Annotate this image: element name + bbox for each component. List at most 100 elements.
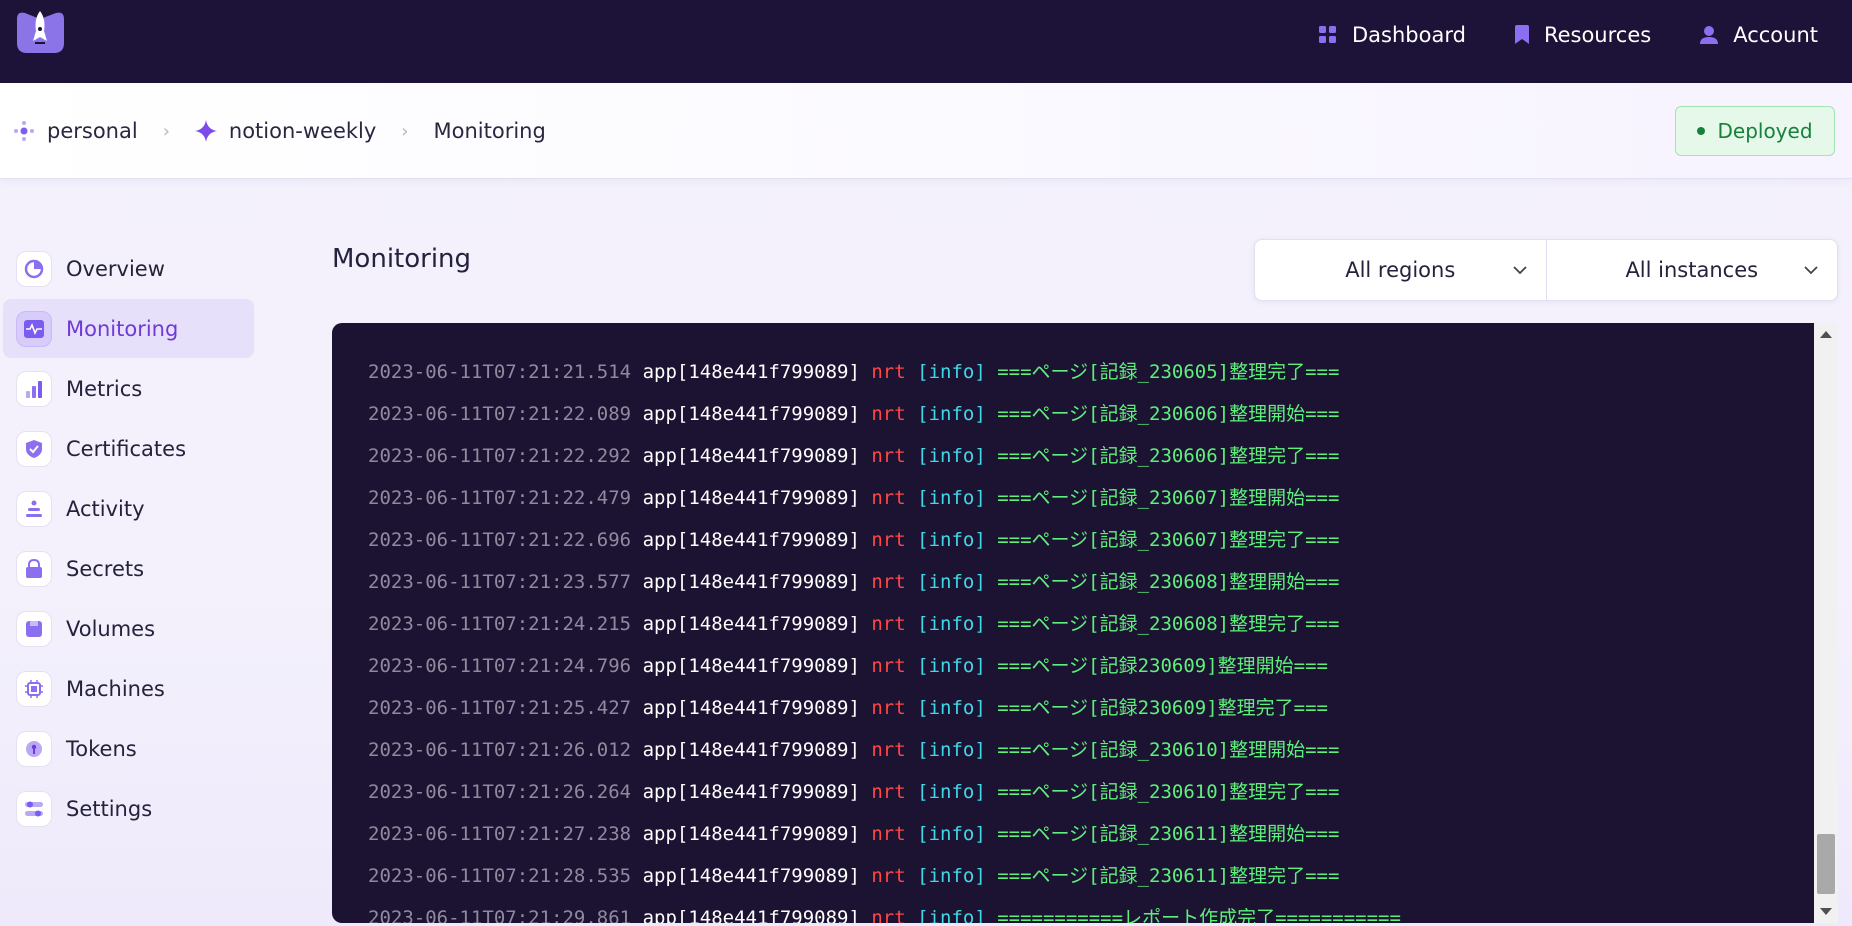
topnav-account[interactable]: Account [1699, 23, 1818, 47]
log-level: [info] [917, 907, 986, 923]
chevron-right-icon: › [401, 120, 409, 142]
log-message: ===ページ[記録_230608]整理開始=== [997, 571, 1340, 593]
topnav-dashboard[interactable]: Dashboard [1318, 23, 1466, 47]
breadcrumb-app-label: notion-weekly [228, 119, 377, 143]
sidebar-item-certificates[interactable]: Certificates [3, 419, 254, 478]
log-level: [info] [917, 529, 986, 551]
log-app: app[148e441f799089] [642, 823, 860, 845]
log-line: 2023-06-11T07:21:24.215 app[148e441f7990… [368, 603, 1798, 645]
app-logo-icon[interactable] [13, 9, 68, 57]
log-message: ===ページ[記録_230607]整理開始=== [997, 487, 1340, 509]
instance-select[interactable]: All instances [1545, 240, 1838, 300]
log-region: nrt [871, 655, 906, 677]
status-badge: Deployed [1675, 106, 1835, 156]
log-app: app[148e441f799089] [642, 445, 860, 467]
breadcrumb-current: Monitoring [434, 119, 546, 143]
log-region: nrt [871, 529, 906, 551]
log-line: 2023-06-11T07:21:24.796 app[148e441f7990… [368, 645, 1798, 687]
sidebar-item-activity[interactable]: Activity [3, 479, 254, 538]
log-timestamp: 2023-06-11T07:21:25.427 [368, 697, 632, 719]
scroll-thumb[interactable] [1817, 834, 1835, 894]
breadcrumb-app[interactable]: notion-weekly [194, 119, 377, 143]
page-title: Monitoring [332, 244, 472, 274]
token-icon [16, 730, 52, 767]
log-message: ===========レポート作成完了=========== [997, 907, 1401, 923]
sidebar-item-volumes[interactable]: Volumes [3, 599, 254, 658]
region-select-value: All regions [1345, 258, 1456, 282]
log-line: 2023-06-11T07:21:22.089 app[148e441f7990… [368, 393, 1798, 435]
log-message: ===ページ[記録_230605]整理完了=== [997, 361, 1340, 383]
log-app: app[148e441f799089] [642, 655, 860, 677]
log-level: [info] [917, 739, 986, 761]
log-timestamp: 2023-06-11T07:21:21.514 [368, 361, 632, 383]
log-timestamp: 2023-06-11T07:21:23.577 [368, 571, 632, 593]
log-timestamp: 2023-06-11T07:21:22.089 [368, 403, 632, 425]
log-timestamp: 2023-06-11T07:21:24.215 [368, 613, 632, 635]
log-message: ===ページ[記録_230606]整理完了=== [997, 445, 1340, 467]
breadcrumb-bar: personal › notion-weekly › Monitoring [0, 83, 1852, 179]
log-level: [info] [917, 865, 986, 887]
log-line: 2023-06-11T07:21:28.535 app[148e441f7990… [368, 855, 1798, 897]
breadcrumb-org[interactable]: personal [13, 119, 138, 143]
log-viewer[interactable]: 2023-06-11T07:21:21.514 app[148e441f7990… [332, 323, 1838, 923]
log-message: ===ページ[記録_230610]整理開始=== [997, 739, 1340, 761]
sidebar-item-machines[interactable]: Machines [3, 659, 254, 718]
log-line: 2023-06-11T07:21:27.238 app[148e441f7990… [368, 813, 1798, 855]
log-app: app[148e441f799089] [642, 907, 860, 923]
sidebar-item-overview[interactable]: Overview [3, 239, 254, 298]
log-level: [info] [917, 571, 986, 593]
status-dot-icon [1697, 127, 1706, 135]
monitoring-icon [16, 310, 52, 347]
user-icon [1700, 26, 1719, 44]
sidebar-item-label: Settings [66, 796, 153, 821]
log-message: ===ページ[記録_230611]整理完了=== [997, 865, 1340, 887]
sidebar-item-secrets[interactable]: Secrets [3, 539, 254, 598]
sidebar-item-tokens[interactable]: Tokens [3, 719, 254, 778]
log-timestamp: 2023-06-11T07:21:29.861 [368, 907, 632, 923]
log-scrollbar[interactable] [1814, 323, 1838, 923]
log-message: ===ページ[記録_230606]整理開始=== [997, 403, 1340, 425]
sidebar-item-label: Metrics [66, 376, 143, 401]
region-select[interactable]: All regions [1255, 240, 1546, 300]
top-nav: Dashboard Resources Account [1318, 0, 1852, 70]
scroll-up-icon[interactable] [1820, 331, 1832, 338]
sidebar-item-label: Monitoring [66, 316, 179, 341]
sidebar-item-metrics[interactable]: Metrics [3, 359, 254, 418]
log-lines: 2023-06-11T07:21:21.514 app[148e441f7990… [368, 327, 1798, 923]
breadcrumb: personal › notion-weekly › Monitoring [13, 83, 546, 179]
log-region: nrt [871, 907, 906, 923]
filter-selects: All regions All instances [1254, 239, 1838, 301]
log-line: 2023-06-11T07:21:29.861 app[148e441f7990… [368, 897, 1798, 923]
log-timestamp: 2023-06-11T07:21:27.238 [368, 823, 632, 845]
log-level: [info] [917, 487, 986, 509]
log-message: ===ページ[記録_230610]整理完了=== [997, 781, 1340, 803]
log-region: nrt [871, 487, 906, 509]
log-region: nrt [871, 697, 906, 719]
breadcrumb-page-label: Monitoring [433, 119, 546, 143]
log-line: 2023-06-11T07:21:22.696 app[148e441f7990… [368, 519, 1798, 561]
metrics-icon [16, 370, 52, 407]
log-line: 2023-06-11T07:21:23.577 app[148e441f7990… [368, 561, 1798, 603]
bookmark-icon [1514, 25, 1529, 44]
lock-icon [16, 550, 52, 587]
sidebar-item-label: Tokens [66, 736, 137, 761]
sparkle-icon [194, 120, 217, 142]
log-line: 2023-06-11T07:21:26.264 app[148e441f7990… [368, 771, 1798, 813]
topnav-resources[interactable]: Resources [1514, 23, 1651, 47]
top-bar: Dashboard Resources Account [0, 0, 1852, 83]
log-level: [info] [917, 361, 986, 383]
log-app: app[148e441f799089] [642, 739, 860, 761]
log-level: [info] [917, 823, 986, 845]
log-level: [info] [917, 655, 986, 677]
log-region: nrt [871, 571, 906, 593]
instance-select-value: All instances [1625, 258, 1759, 282]
sidebar-item-monitoring[interactable]: Monitoring [3, 299, 254, 358]
log-region: nrt [871, 361, 906, 383]
log-timestamp: 2023-06-11T07:21:28.535 [368, 865, 632, 887]
log-app: app[148e441f799089] [642, 571, 860, 593]
sidebar-item-settings[interactable]: Settings [3, 779, 254, 838]
breadcrumb-org-label: personal [47, 119, 138, 143]
sidebar-item-label: Secrets [66, 556, 145, 581]
log-app: app[148e441f799089] [642, 781, 860, 803]
scroll-down-icon[interactable] [1820, 908, 1832, 915]
